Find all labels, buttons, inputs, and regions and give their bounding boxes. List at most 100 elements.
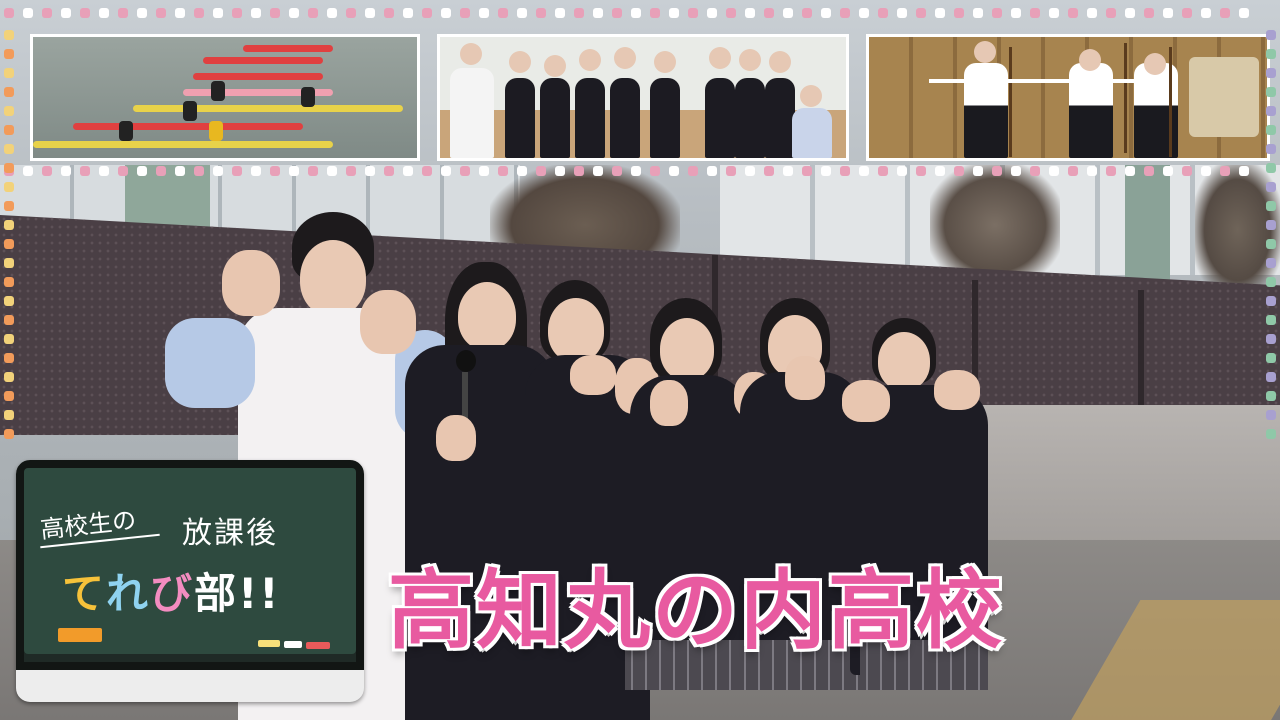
decorative-dot	[764, 8, 774, 18]
decorative-dot	[1266, 391, 1276, 401]
decorative-dot	[4, 68, 14, 78]
school-name-title: 高知丸の内高校	[386, 559, 1005, 664]
decorative-dot	[479, 166, 489, 176]
decorative-dot	[156, 8, 166, 18]
decorative-dot	[1068, 166, 1078, 176]
logo-text-line3: てれび部!!	[62, 560, 280, 621]
decorative-dot	[175, 166, 185, 176]
decorative-dot	[4, 87, 14, 97]
decorative-dot	[1125, 166, 1135, 176]
decorative-dot	[213, 166, 223, 176]
decorative-dot	[232, 8, 242, 18]
decorative-dot	[517, 8, 527, 18]
decorative-dot	[1266, 410, 1276, 420]
decorative-dot	[137, 8, 147, 18]
decorative-dot	[384, 166, 394, 176]
decorative-dot	[384, 8, 394, 18]
decorative-dot	[327, 8, 337, 18]
decorative-dot	[745, 166, 755, 176]
decorative-dot	[669, 8, 679, 18]
decorative-dot	[346, 166, 356, 176]
decorative-dot	[593, 166, 603, 176]
decorative-dot	[1266, 258, 1276, 268]
decorative-dot	[1266, 30, 1276, 40]
decorative-dot	[536, 166, 546, 176]
decorative-dot	[1220, 8, 1230, 18]
decorative-dot	[1266, 125, 1276, 135]
decorative-dot	[859, 166, 869, 176]
decorative-dot	[840, 166, 850, 176]
decorative-dot	[631, 166, 641, 176]
decorative-dot	[878, 166, 888, 176]
decorative-dot	[1068, 8, 1078, 18]
decorative-dot	[460, 166, 470, 176]
decorative-dot	[308, 8, 318, 18]
decorative-dot	[973, 8, 983, 18]
decorative-dot	[1266, 239, 1276, 249]
logo-text-line2: 放課後	[182, 516, 278, 551]
decorative-dot	[80, 166, 90, 176]
decorative-dot	[1125, 8, 1135, 18]
decorative-dot-border	[1266, 30, 1276, 439]
decorative-dot	[1266, 315, 1276, 325]
decorative-dot	[498, 8, 508, 18]
decorative-dot	[118, 8, 128, 18]
decorative-dot	[4, 8, 14, 18]
chalk-piece	[284, 641, 302, 648]
decorative-dot	[555, 166, 565, 176]
decorative-dot	[1144, 166, 1154, 176]
decorative-dot	[4, 163, 14, 173]
decorative-dot	[840, 8, 850, 18]
decorative-dot	[4, 296, 14, 306]
decorative-dot	[612, 8, 622, 18]
decorative-dot	[1011, 166, 1021, 176]
decorative-dot	[4, 277, 14, 287]
decorative-dot	[612, 166, 622, 176]
decorative-dot	[745, 8, 755, 18]
decorative-dot	[441, 8, 451, 18]
decorative-dot	[498, 166, 508, 176]
decorative-dot	[61, 166, 71, 176]
decorative-dot	[194, 8, 204, 18]
decorative-dot	[1030, 166, 1040, 176]
decorative-dot	[1182, 166, 1192, 176]
decorative-dot	[1266, 182, 1276, 192]
logo-char: び	[150, 569, 195, 618]
decorative-dot	[441, 166, 451, 176]
decorative-dot	[1266, 106, 1276, 116]
decorative-dot-border	[4, 8, 1249, 18]
decorative-dot	[4, 315, 14, 325]
decorative-dot	[42, 8, 52, 18]
decorative-dot	[821, 8, 831, 18]
decorative-dot	[1201, 8, 1211, 18]
decorative-dot	[1266, 201, 1276, 211]
decorative-dot	[270, 8, 280, 18]
decorative-dot	[688, 166, 698, 176]
decorative-dot	[897, 166, 907, 176]
chalk-piece	[306, 642, 330, 649]
decorative-dot	[1163, 166, 1173, 176]
decorative-dot	[935, 8, 945, 18]
decorative-dot	[935, 166, 945, 176]
logo-char: れ	[106, 569, 151, 618]
decorative-dot	[764, 166, 774, 176]
decorative-dot	[4, 239, 14, 249]
decorative-dot	[213, 8, 223, 18]
decorative-dot	[346, 8, 356, 18]
logo-char: !!	[238, 569, 281, 618]
decorative-dot	[460, 8, 470, 18]
decorative-dot	[4, 182, 14, 192]
decorative-dot	[270, 166, 280, 176]
decorative-dot	[536, 8, 546, 18]
decorative-dot	[992, 8, 1002, 18]
decorative-dot	[1266, 429, 1276, 439]
chalk-piece	[258, 640, 280, 647]
decorative-dot	[156, 166, 166, 176]
decorative-dot	[992, 166, 1002, 176]
decorative-dot	[916, 166, 926, 176]
decorative-dot	[1049, 166, 1059, 176]
decorative-dot	[1266, 87, 1276, 97]
decorative-dot	[308, 166, 318, 176]
decorative-dot	[1266, 163, 1276, 173]
decorative-dot	[1266, 68, 1276, 78]
